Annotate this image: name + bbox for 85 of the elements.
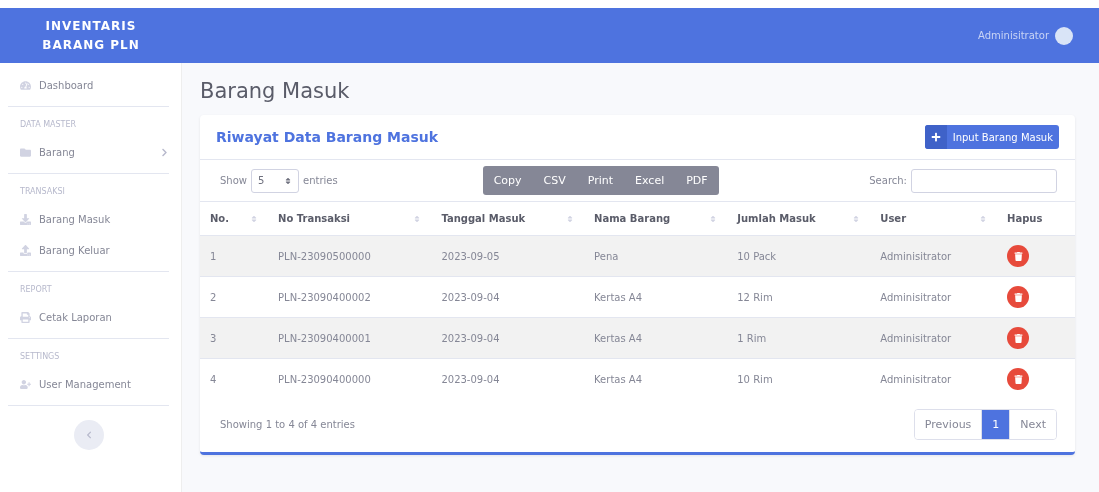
gauge-icon [20, 80, 31, 91]
trash-icon [1013, 251, 1023, 261]
entries-label: entries [303, 175, 338, 186]
table-cell: 2023-09-04 [431, 358, 585, 399]
trash-icon [1013, 333, 1023, 343]
table-cell: 12 Rim [727, 276, 871, 318]
table-cell: Pena [584, 235, 728, 277]
table-cell: PLN-23090500000 [268, 235, 432, 277]
table-cell: 3 [200, 317, 269, 359]
sort-icon [284, 176, 292, 185]
sidebar-label: Barang [39, 147, 75, 158]
trash-icon [1013, 374, 1023, 384]
input-button[interactable]: Input Barang Masuk [924, 125, 1059, 149]
sidebar-heading: REPORT [20, 284, 53, 296]
delete-button[interactable] [1007, 286, 1029, 308]
user-add-icon [20, 379, 31, 390]
brand-title: INVENTARIS [45, 17, 137, 35]
table-cell: 10 Pack [727, 235, 871, 277]
sidebar-item[interactable]: Barang Keluar [20, 235, 169, 266]
entries-select[interactable]: 5 [251, 168, 299, 193]
sidebar-heading: SETTINGS [20, 351, 61, 363]
table-cell: Kertas A4 [584, 317, 728, 359]
export-button[interactable]: PDF [675, 166, 719, 195]
table-cell: 1 [200, 235, 269, 277]
export-button[interactable]: CSV [532, 166, 577, 195]
page-button[interactable]: 1 [981, 410, 1010, 439]
plus-icon [930, 132, 941, 142]
sidebar-item[interactable]: User Management [20, 369, 169, 400]
chevron-icon [84, 431, 93, 439]
column-header[interactable]: Hapus [997, 201, 1075, 236]
table-cell: Adminisitrator [870, 317, 997, 359]
avatar-icon[interactable] [1055, 26, 1073, 45]
show-label: Show [220, 175, 247, 186]
trash-icon [1013, 292, 1023, 302]
sidebar-label: User Management [39, 379, 131, 390]
sidebar-label: Cetak Laporan [39, 312, 112, 323]
table-cell: 2023-09-04 [431, 276, 585, 318]
printer-icon [20, 312, 31, 323]
table-cell: Adminisitrator [870, 358, 997, 399]
table-cell: Adminisitrator [870, 276, 997, 318]
table-cell: Kertas A4 [584, 276, 728, 318]
sidebar-label: Barang Masuk [39, 214, 111, 225]
table-info: Showing 1 to 4 of 4 entries [220, 419, 355, 430]
sidebar-label: Barang Keluar [39, 245, 110, 256]
table-cell: PLN-23090400002 [268, 276, 432, 318]
upload-icon [20, 245, 31, 256]
sidebar-item[interactable]: Barang [20, 137, 169, 168]
table-cell: 2023-09-05 [431, 235, 585, 277]
export-button[interactable]: Print [576, 166, 625, 195]
table-cell: 2 [200, 276, 269, 318]
brand-title: BARANG PLN [42, 36, 140, 54]
table-cell: Kertas A4 [584, 358, 728, 399]
export-button[interactable]: Copy [482, 166, 533, 195]
column-header[interactable]: Tanggal Masuk [431, 201, 585, 236]
sidebar-toggle-button[interactable] [73, 420, 104, 450]
search-field[interactable] [911, 168, 1057, 193]
sidebar-label: Dashboard [39, 80, 94, 91]
column-header[interactable]: No. [200, 201, 269, 236]
sidebar-heading: DATA MASTER [20, 119, 78, 131]
table-cell: 2023-09-04 [431, 317, 585, 359]
sidebar-item[interactable]: Cetak Laporan [20, 302, 169, 333]
delete-button[interactable] [1007, 327, 1029, 349]
card-title: Riwayat Data Barang Masuk [216, 129, 439, 145]
delete-button[interactable] [1007, 368, 1029, 390]
table-cell: Adminisitrator [870, 235, 997, 277]
folder-icon [20, 147, 31, 158]
table-cell: 4 [200, 358, 269, 399]
column-header[interactable]: Nama Barang [584, 201, 728, 236]
table-cell: PLN-23090400000 [268, 358, 432, 399]
search-label: Search: [869, 175, 907, 186]
export-button[interactable]: Excel [624, 166, 676, 195]
table-cell: PLN-23090400001 [268, 317, 432, 359]
next-button[interactable]: Next [1009, 410, 1056, 439]
column-header[interactable]: User [870, 201, 997, 236]
table-cell: 10 Rim [727, 358, 871, 399]
delete-button[interactable] [1007, 245, 1029, 267]
column-header[interactable]: No Transaksi [268, 201, 432, 236]
sidebar-item[interactable]: Barang Masuk [20, 204, 169, 235]
user-name[interactable]: Adminisitrator [978, 30, 1049, 41]
download-icon [20, 214, 31, 225]
page-title: Barang Masuk [200, 79, 351, 103]
sidebar-heading: TRANSAKSI [20, 186, 66, 198]
column-header[interactable]: Jumlah Masuk [727, 201, 871, 236]
sidebar-item[interactable]: Dashboard [20, 70, 169, 101]
table-cell: 1 Rim [727, 317, 871, 359]
